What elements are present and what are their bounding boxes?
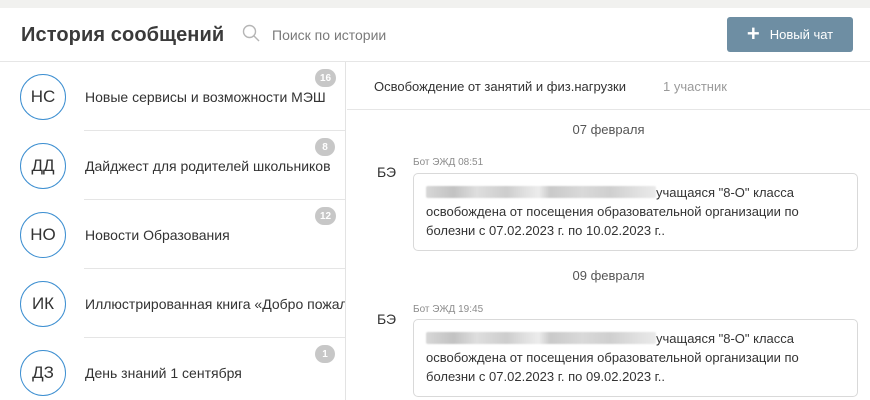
redacted-name (426, 332, 656, 345)
plus-icon: + (746, 20, 760, 46)
conversation-header: Освобождение от занятий и физ.нагрузки 1… (347, 62, 870, 110)
avatar: ДЗ (20, 350, 66, 396)
message-text: учащаяся "8-О" класса (656, 185, 795, 200)
chat-name: Дайджест для родителей школьников (85, 158, 331, 174)
sender-initials: БЭ (377, 311, 397, 327)
message-meta: Бот ЭЖД 19:45 (413, 304, 484, 315)
avatar: НО (20, 212, 66, 258)
unread-badge: 1 (315, 345, 335, 363)
sender-initials: БЭ (377, 164, 397, 180)
chat-name: День знаний 1 сентября (85, 365, 242, 381)
conversation-panel: Освобождение от занятий и физ.нагрузки 1… (347, 62, 870, 400)
date-separator: 09 февраля (572, 268, 645, 283)
unread-badge: 12 (315, 207, 337, 225)
chat-name: Новые сервисы и возможности МЭШ (85, 89, 326, 105)
avatar: ИК (20, 281, 66, 327)
chat-list-item[interactable]: ДД Дайджест для родителей школьников 8 (0, 131, 345, 200)
search-box[interactable] (242, 24, 452, 46)
new-chat-label: Новый чат (769, 27, 834, 42)
top-strip (0, 0, 870, 8)
conversation-title: Освобождение от занятий и физ.нагрузки (374, 79, 626, 94)
chat-list-item[interactable]: НО Новости Образования 12 (0, 200, 345, 269)
avatar: НС (20, 74, 66, 120)
search-input[interactable] (272, 27, 452, 43)
message-text: освобождена от посещения образовательной… (426, 350, 799, 365)
message-bubble: учащаяся "8-О" класса освобождена от пос… (413, 173, 858, 251)
chat-name: Новости Образования (85, 227, 230, 243)
avatar: ДД (20, 143, 66, 189)
chat-list-item[interactable]: НС Новые сервисы и возможности МЭШ 16 (0, 62, 345, 131)
message-bubble: учащаяся "8-О" класса освобождена от пос… (413, 319, 858, 397)
chat-name: Иллюстрированная книга «Добро пожаловать (85, 296, 346, 312)
message-text: учащаяся "8-О" класса (656, 331, 795, 346)
message-meta: Бот ЭЖД 08:51 (413, 157, 484, 168)
redacted-name (426, 186, 656, 199)
date-separator: 07 февраля (572, 122, 645, 137)
participants-count[interactable]: 1 участник (663, 79, 727, 94)
message-text: болезни с 07.02.2023 г. по 10.02.2023 г.… (426, 223, 666, 238)
unread-badge: 8 (315, 138, 335, 156)
new-chat-button[interactable]: + Новый чат (727, 17, 853, 52)
header: История сообщений + Новый чат (0, 8, 870, 62)
search-icon[interactable] (242, 24, 260, 47)
page-title: История сообщений (21, 24, 225, 46)
chat-list: НС Новые сервисы и возможности МЭШ 16 ДД… (0, 62, 346, 400)
message-text: болезни с 07.02.2023 г. по 09.02.2023 г.… (426, 369, 666, 384)
unread-badge: 16 (315, 69, 337, 87)
chat-list-item[interactable]: ДЗ День знаний 1 сентября 1 (0, 338, 345, 400)
message-text: освобождена от посещения образовательной… (426, 204, 799, 219)
chat-list-item[interactable]: ИК Иллюстрированная книга «Добро пожалов… (0, 269, 346, 338)
